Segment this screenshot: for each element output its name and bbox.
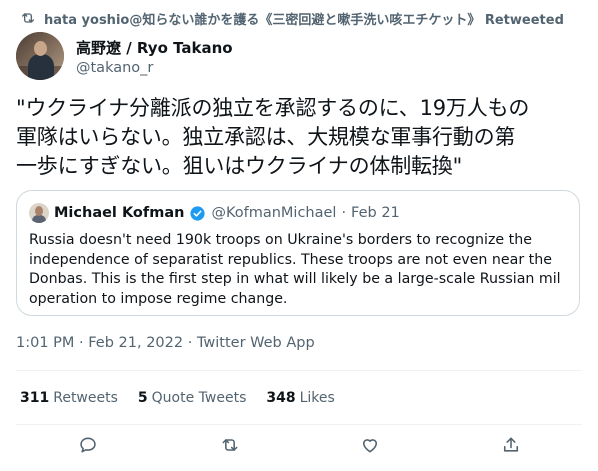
- engagement-stats: 311 Retweets 5 Quote Tweets 348 Likes: [20, 390, 335, 406]
- tweet-line: 軍隊はいらない。独立承認は、大規模な軍事行動の第: [16, 125, 516, 149]
- quote-header: Michael Kofman @KofmanMichael · Feb 21: [29, 203, 400, 223]
- retweet-button[interactable]: [219, 434, 241, 456]
- quote-tweets-stat[interactable]: 5 Quote Tweets: [138, 390, 246, 406]
- tweet-line: 一歩にすぎない。狙いはウクライナの体制転換": [16, 154, 463, 178]
- tweet-line: "ウクライナ分離派の独立を承認するのに、19万人もの: [16, 96, 530, 120]
- quote-line: Donbas. This is the first step in what w…: [29, 271, 561, 287]
- quote-date: Feb 21: [351, 205, 400, 221]
- quote-tweet-card[interactable]: Michael Kofman @KofmanMichael · Feb 21 R…: [16, 190, 580, 316]
- divider: [16, 424, 582, 425]
- avatar[interactable]: [16, 32, 64, 80]
- likes-label: Likes: [299, 390, 335, 406]
- quote-avatar: [29, 203, 49, 223]
- quote-text: Russia doesn't need 190k troops on Ukrai…: [29, 231, 569, 309]
- retweets-stat[interactable]: 311 Retweets: [20, 390, 118, 406]
- author-names: 高野遼 / Ryo Takano @takano_r: [76, 37, 233, 76]
- quote-author-name: Michael Kofman: [54, 205, 185, 221]
- divider: [16, 370, 582, 371]
- author-name[interactable]: 高野遼 / Ryo Takano: [76, 37, 233, 58]
- likes-count: 348: [266, 390, 296, 406]
- tweet-timestamp[interactable]: 1:01 PM · Feb 21, 2022 · Twitter Web App: [16, 335, 315, 351]
- retweet-banner-text[interactable]: hata yoshio@知らない誰かを護る《三密回避と嗽手洗い咳エチケット》 R…: [44, 9, 564, 28]
- like-icon: [362, 439, 378, 453]
- verified-badge-icon: [190, 205, 206, 221]
- action-bar: [0, 434, 598, 464]
- author-handle[interactable]: @takano_r: [76, 60, 233, 76]
- retweet-banner: hata yoshio@知らない誰かを護る《三密回避と嗽手洗い咳エチケット》 R…: [20, 8, 564, 28]
- share-button[interactable]: [500, 434, 522, 456]
- quote-tweets-label: Quote Tweets: [151, 390, 247, 406]
- retweets-label: Retweets: [53, 390, 118, 406]
- tweet-text: "ウクライナ分離派の独立を承認するのに、19万人もの 軍隊はいらない。独立承認は…: [16, 94, 582, 181]
- quote-tweets-count: 5: [137, 390, 148, 406]
- quote-author-handle: @KofmanMichael: [211, 205, 337, 221]
- reply-icon: [80, 437, 96, 453]
- quote-line: operation to impose regime change.: [29, 290, 288, 307]
- author-row: 高野遼 / Ryo Takano @takano_r: [16, 32, 233, 80]
- quote-line: independence of separatist republics. Th…: [29, 251, 552, 268]
- quote-line: Russia doesn't need 190k troops on Ukrai…: [29, 232, 532, 248]
- retweet-icon: [22, 13, 34, 23]
- likes-stat[interactable]: 348 Likes: [266, 390, 334, 406]
- retweet-icon: [222, 439, 238, 451]
- quote-separator: ·: [341, 205, 347, 221]
- share-icon: [503, 437, 519, 452]
- reply-button[interactable]: [77, 434, 99, 456]
- retweets-count: 311: [20, 390, 50, 406]
- like-button[interactable]: [359, 434, 381, 456]
